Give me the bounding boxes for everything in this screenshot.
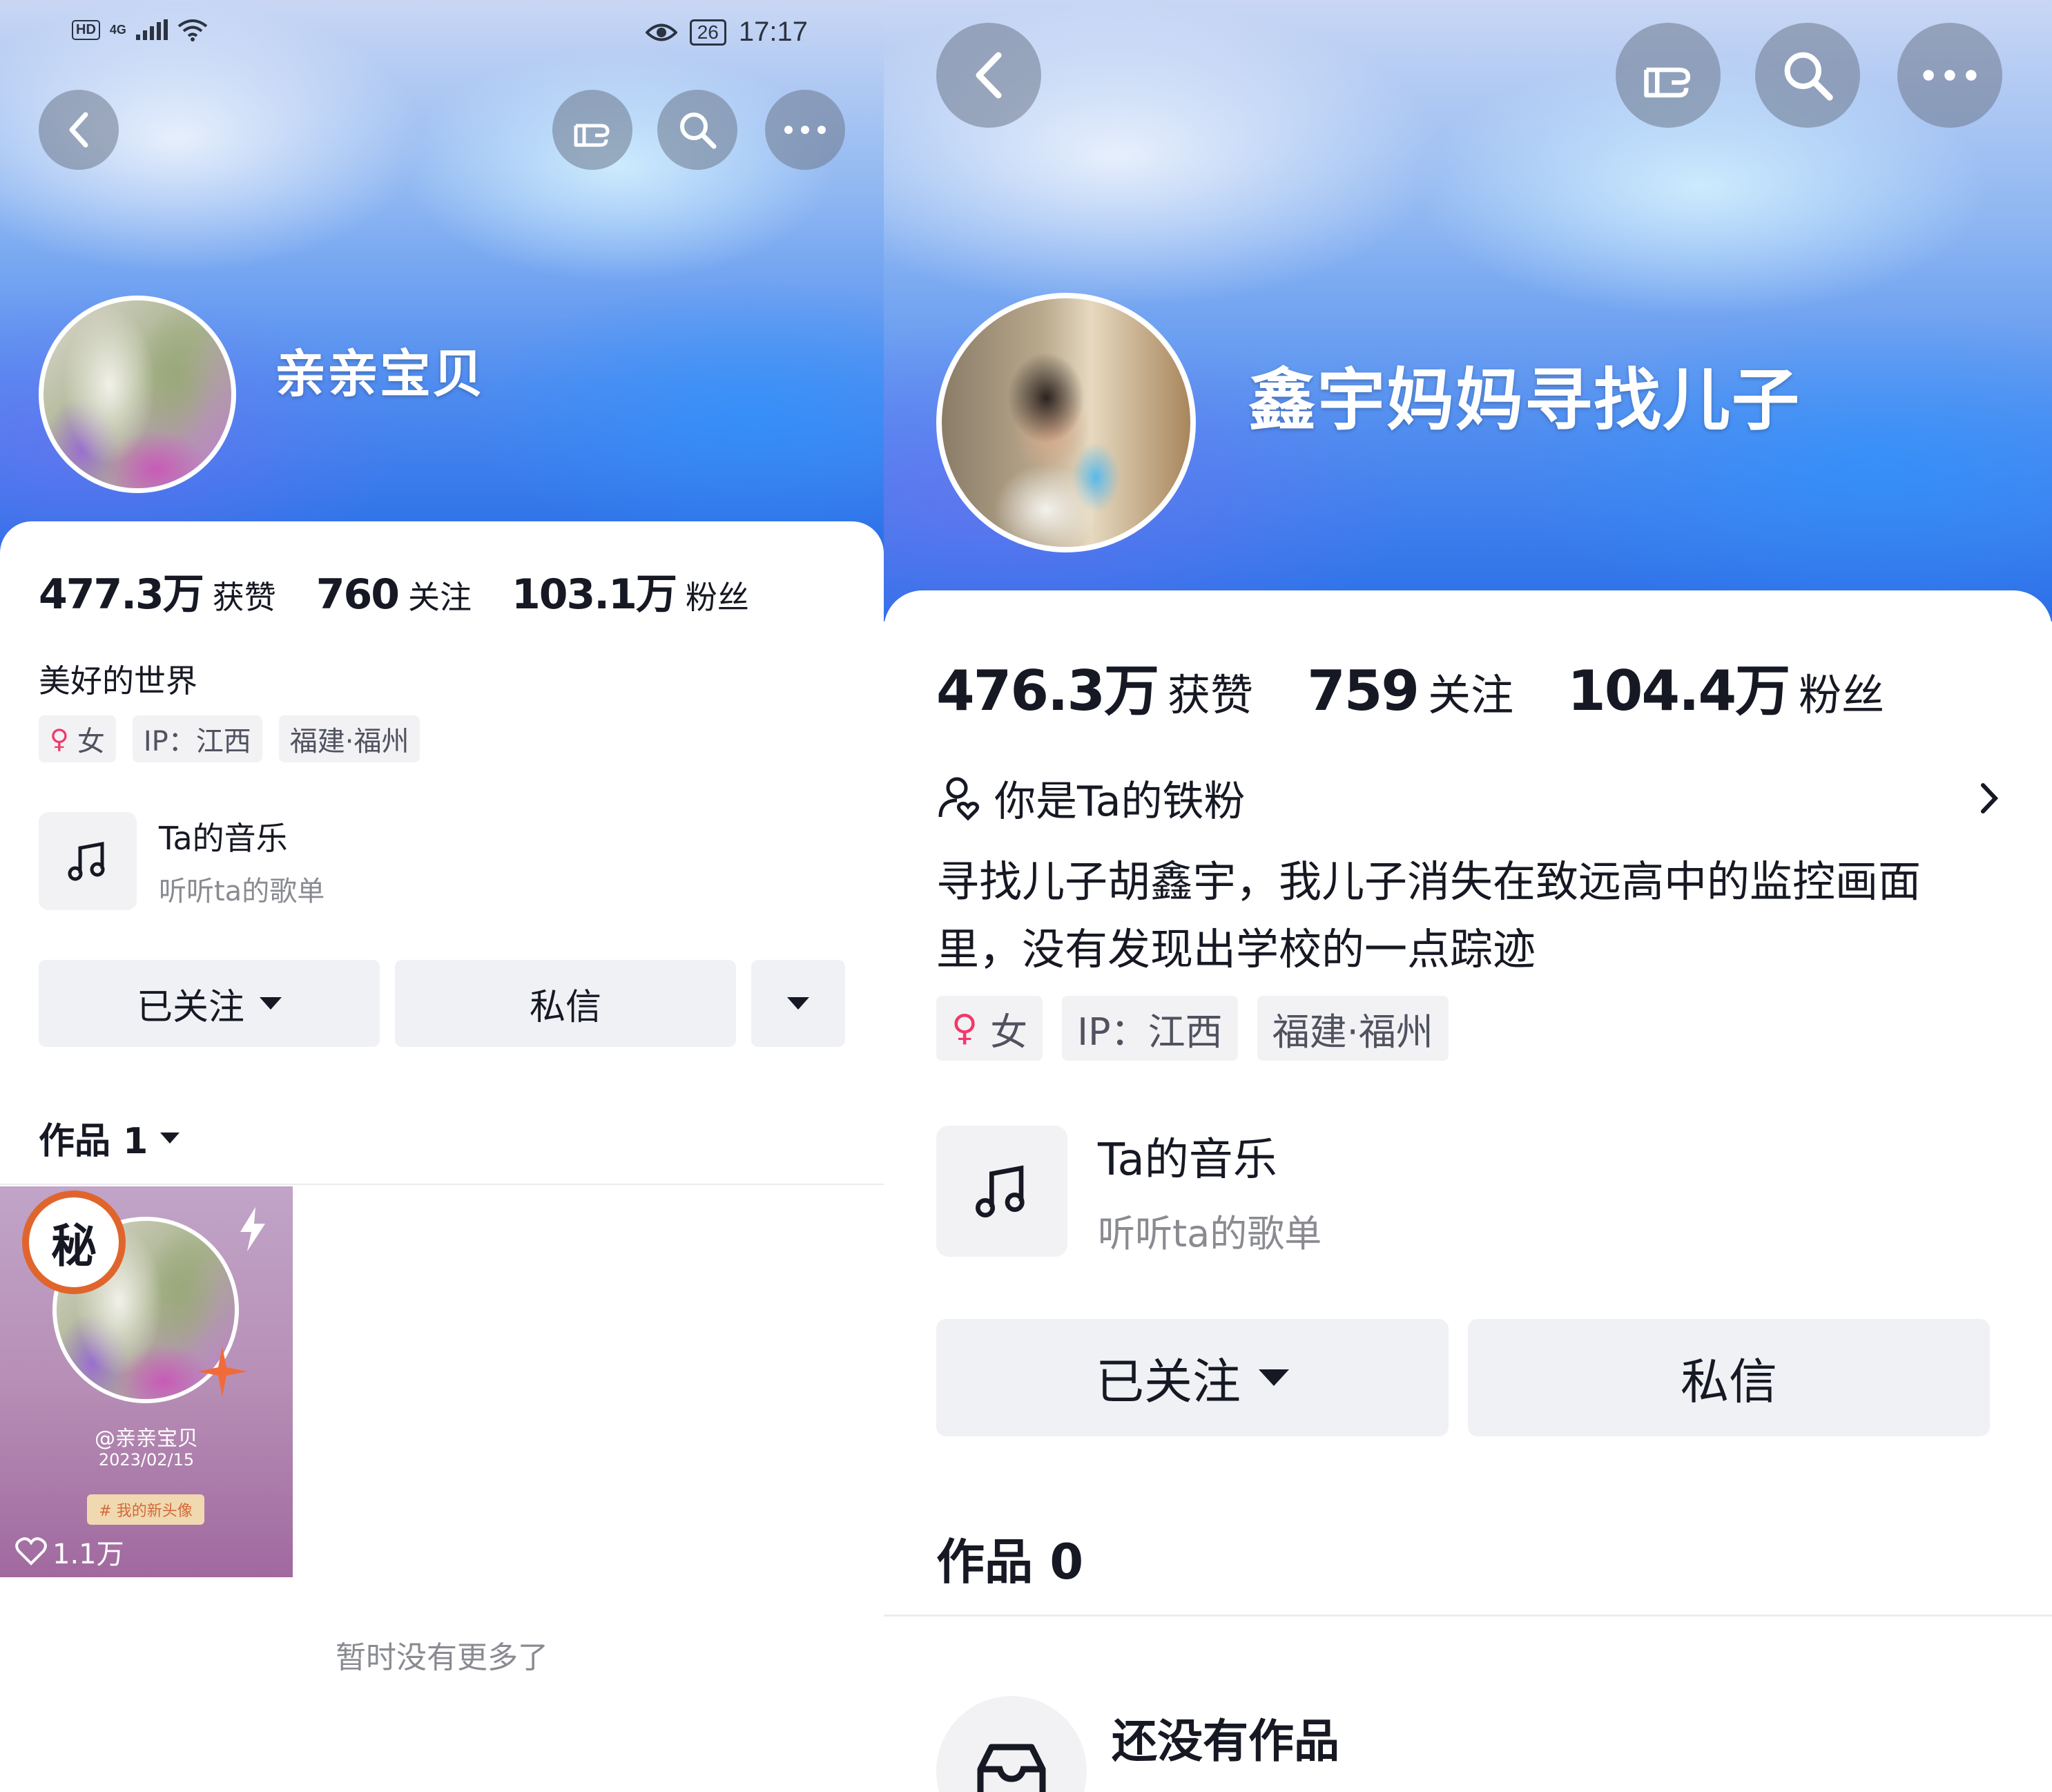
likes-count: 1.1万 (15, 1532, 124, 1572)
video-thumbnail[interactable]: 秘 @亲亲宝贝 2023/02/15 # 我的新头像 1.1万 (0, 1186, 293, 1577)
chevron-left-icon (976, 52, 1002, 99)
music-note-icon (39, 812, 137, 910)
message-button[interactable]: 私信 (1468, 1319, 1990, 1436)
likes-stat: 476.3万 获赞 (936, 659, 1254, 723)
avatar[interactable] (936, 293, 1196, 552)
back-button[interactable] (39, 90, 119, 170)
profile-name: 亲亲宝贝 (275, 345, 485, 404)
left-profile-screen: HD 4G 26 17:17 亲亲宝贝 477.3万 获赞 760 关注 103.1… (0, 0, 884, 1792)
stats-row: 476.3万 获赞 759 关注 104.4万 粉丝 (936, 646, 1924, 726)
stats-row: 477.3万 获赞 760 关注 103.1万 粉丝 (39, 561, 789, 621)
tab-divider (0, 1184, 884, 1185)
wifi-icon (177, 19, 208, 41)
pointing-hand-icon (574, 124, 610, 147)
signal-icon (135, 19, 168, 40)
followers-stat[interactable]: 104.4万 粉丝 (1567, 646, 1884, 726)
search-button[interactable] (657, 90, 737, 170)
more-button[interactable] (765, 90, 845, 170)
hashtag-sticker: # 我的新头像 (87, 1494, 204, 1525)
pointing-hand-icon (1644, 67, 1691, 98)
thumbnail-author: @亲亲宝贝 (95, 1427, 198, 1451)
female-icon: ♀ (50, 724, 69, 754)
works-tab[interactable]: 作品 0 (936, 1523, 1083, 1593)
location-tag: 福建·福州 (1257, 996, 1449, 1061)
music-subtitle: 听听ta的歌单 (159, 876, 325, 907)
heart-icon (15, 1537, 47, 1565)
follow-button[interactable]: 已关注 (39, 960, 380, 1047)
caret-down-icon (1259, 1369, 1289, 1386)
clock: 17:17 (738, 17, 808, 47)
chevron-right-icon (1981, 782, 1999, 813)
fan-label: 你是Ta的铁粉 (994, 778, 1246, 826)
following-stat[interactable]: 760 关注 (316, 570, 472, 619)
ip-tag: IP：江西 (1062, 996, 1238, 1061)
tag-row: ♀ 女 IP：江西 福建·福州 (39, 715, 420, 762)
music-subtitle: 听听ta的歌单 (1098, 1212, 1322, 1255)
caret-down-icon (160, 1132, 180, 1144)
gender-tag: ♀ 女 (39, 715, 116, 762)
music-entry[interactable]: Ta的音乐 听听ta的歌单 (936, 1124, 1322, 1258)
music-note-icon (936, 1125, 1067, 1257)
poke-button[interactable] (1616, 23, 1721, 128)
avatar[interactable] (39, 296, 236, 493)
follow-button[interactable]: 已关注 (936, 1319, 1449, 1436)
search-button[interactable] (1755, 23, 1860, 128)
search-icon (680, 113, 717, 149)
sparkle-icon (197, 1347, 247, 1396)
music-title: Ta的音乐 (159, 820, 288, 857)
empty-state-title: 还没有作品 (1112, 1715, 1339, 1768)
thumbnail-date: 2023/02/15 (98, 1450, 195, 1470)
chevron-left-icon (69, 112, 88, 148)
tag-row: ♀ 女 IP：江西 福建·福州 (936, 996, 1449, 1061)
more-button[interactable] (1897, 23, 2002, 128)
right-profile-screen: 鑫宇妈妈寻找儿子 476.3万 获赞 759 关注 104.4万 粉丝 你是Ta的铁粉… (884, 0, 2052, 1792)
lightning-icon (240, 1207, 265, 1251)
following-stat[interactable]: 759 关注 (1307, 659, 1513, 723)
music-title: Ta的音乐 (1098, 1135, 1277, 1186)
battery-indicator: 26 (689, 19, 726, 46)
likes-stat: 477.3万 获赞 (39, 570, 276, 619)
gender-tag: ♀ 女 (936, 996, 1043, 1061)
profile-name: 鑫宇妈妈寻找儿子 (1248, 361, 1801, 440)
back-button[interactable] (936, 23, 1041, 128)
location-tag: 福建·福州 (278, 715, 420, 762)
more-dots-icon (1923, 70, 1977, 81)
fan-heart-icon (938, 777, 980, 821)
eye-icon (645, 23, 677, 41)
more-dots-icon (784, 126, 826, 134)
followers-stat[interactable]: 103.1万 粉丝 (512, 561, 749, 621)
caret-down-icon (260, 997, 282, 1010)
tab-divider (884, 1615, 2052, 1617)
female-icon: ♀ (951, 1008, 978, 1049)
network-label: 4G (109, 23, 126, 37)
no-more-text: 暂时没有更多了 (336, 1640, 548, 1675)
private-badge: 秘 (22, 1191, 126, 1294)
ip-tag: IP：江西 (132, 715, 262, 762)
status-bar: HD 4G 26 17:17 (0, 0, 884, 62)
caret-down-icon (787, 997, 809, 1010)
bio-text: 寻找儿子胡鑫宇，我儿子消失在致远高中的监控画面 里，没有发现出学校的一点踪迹 (936, 856, 1922, 974)
music-entry[interactable]: Ta的音乐 听听ta的歌单 (39, 812, 325, 910)
message-button[interactable]: 私信 (395, 960, 736, 1047)
works-tab[interactable]: 作品 1 (39, 1112, 180, 1164)
inbox-icon (977, 1744, 1046, 1792)
poke-button[interactable] (552, 90, 632, 170)
fan-badge-row[interactable]: 你是Ta的铁粉 (936, 768, 2000, 828)
search-icon (1784, 52, 1833, 101)
recommend-dropdown-button[interactable] (751, 960, 845, 1047)
bio-text: 美好的世界 (39, 662, 197, 700)
hd-badge: HD (72, 19, 100, 40)
